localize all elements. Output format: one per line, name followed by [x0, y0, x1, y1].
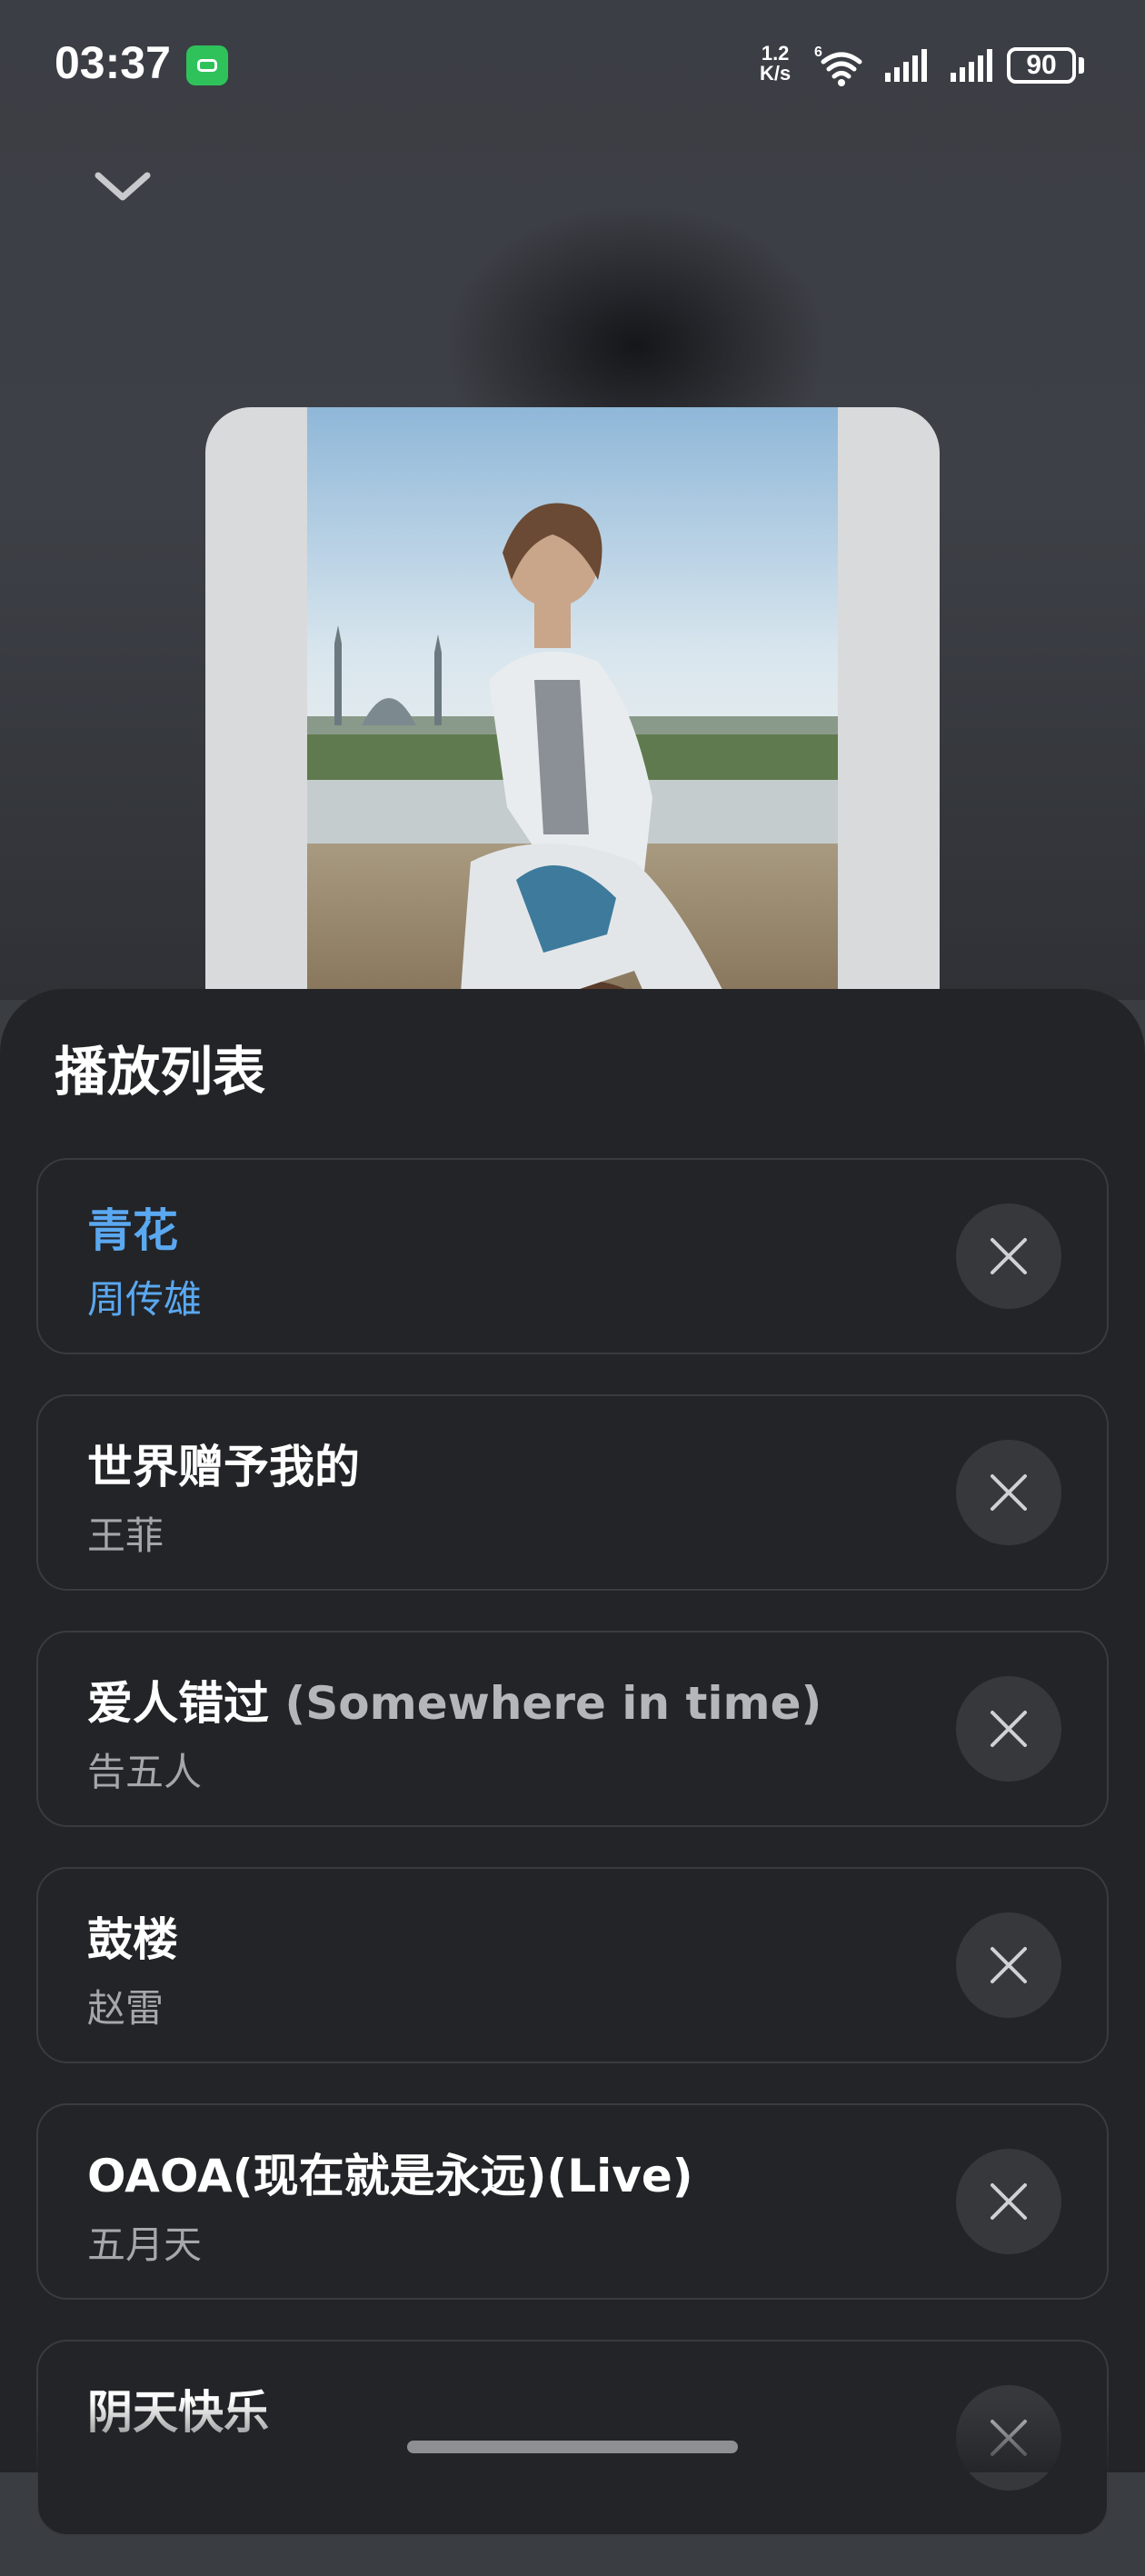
status-bar: 03:37 1.2 K/s 6 90: [0, 0, 1145, 127]
wifi-badge: 6: [814, 45, 822, 60]
collapse-player-button[interactable]: [91, 159, 154, 214]
remove-song-button[interactable]: [956, 1676, 1061, 1782]
song-title-main: 爱人错过: [87, 1677, 269, 1730]
playlist-item[interactable]: 青花 周传雄: [36, 1158, 1109, 1354]
home-indicator[interactable]: [407, 2441, 738, 2453]
song-title: 世界赠予我的: [87, 1431, 360, 1496]
song-title-main: 青花: [87, 1204, 178, 1257]
song-title-subtitle: (Somewhere in time): [269, 1677, 822, 1730]
song-artist: 王菲: [87, 1513, 164, 1558]
song-artist: 周传雄: [87, 1277, 203, 1322]
list-fade: [0, 2400, 1145, 2472]
song-title-main: OAOA(现在就是永远)(Live): [87, 2150, 693, 2202]
song-artist: 告五人: [87, 1750, 203, 1794]
song-title: 鼓楼: [87, 1903, 178, 1969]
close-icon: [991, 1711, 1027, 1747]
remove-song-button[interactable]: [956, 1912, 1061, 2018]
playlist-list: 青花 周传雄 世界赠予我的 王菲 爱人错过 (Somewhere in time…: [36, 1158, 1109, 2576]
remove-song-button[interactable]: [956, 1203, 1061, 1309]
network-speed-unit: K/s: [760, 62, 792, 85]
close-icon: [991, 1474, 1027, 1511]
wifi-icon: 6: [814, 45, 862, 86]
song-artist: 五月天: [87, 2222, 203, 2267]
playlist-item[interactable]: 世界赠予我的 王菲: [36, 1394, 1109, 1591]
network-speed-value: 1.2: [761, 42, 790, 65]
playlist-sheet: 播放列表 青花 周传雄 世界赠予我的 王菲 爱人错过 (Somewhere in…: [0, 989, 1145, 2536]
song-title: OAOA(现在就是永远)(Live): [87, 2140, 693, 2205]
network-speed: 1.2 K/s: [760, 44, 791, 84]
close-icon: [991, 2183, 1027, 2220]
status-time: 03:37: [55, 37, 171, 88]
remove-song-button[interactable]: [956, 1440, 1061, 1545]
remove-song-button[interactable]: [956, 2149, 1061, 2254]
song-title: 青花: [87, 1194, 178, 1260]
playlist-item[interactable]: 爱人错过 (Somewhere in time) 告五人: [36, 1631, 1109, 1827]
song-title-main: 世界赠予我的: [87, 1441, 360, 1493]
battery-indicator: 90: [1007, 47, 1076, 84]
close-icon: [991, 1947, 1027, 1983]
signal-icon-sim2: [951, 49, 992, 82]
song-title: 爱人错过 (Somewhere in time): [87, 1667, 821, 1732]
battery-tip: [1079, 57, 1084, 74]
chevron-down-icon: [95, 172, 151, 201]
notification-app-icon: [186, 45, 228, 85]
playlist-item[interactable]: 鼓楼 赵雷: [36, 1867, 1109, 2063]
playlist-title: 播放列表: [55, 1041, 266, 1103]
song-title-main: 鼓楼: [87, 1913, 178, 1966]
playlist-item[interactable]: OAOA(现在就是永远)(Live) 五月天: [36, 2103, 1109, 2300]
song-artist: 赵雷: [87, 1986, 164, 2031]
signal-icon-sim1: [885, 49, 927, 82]
close-icon: [991, 1238, 1027, 1274]
